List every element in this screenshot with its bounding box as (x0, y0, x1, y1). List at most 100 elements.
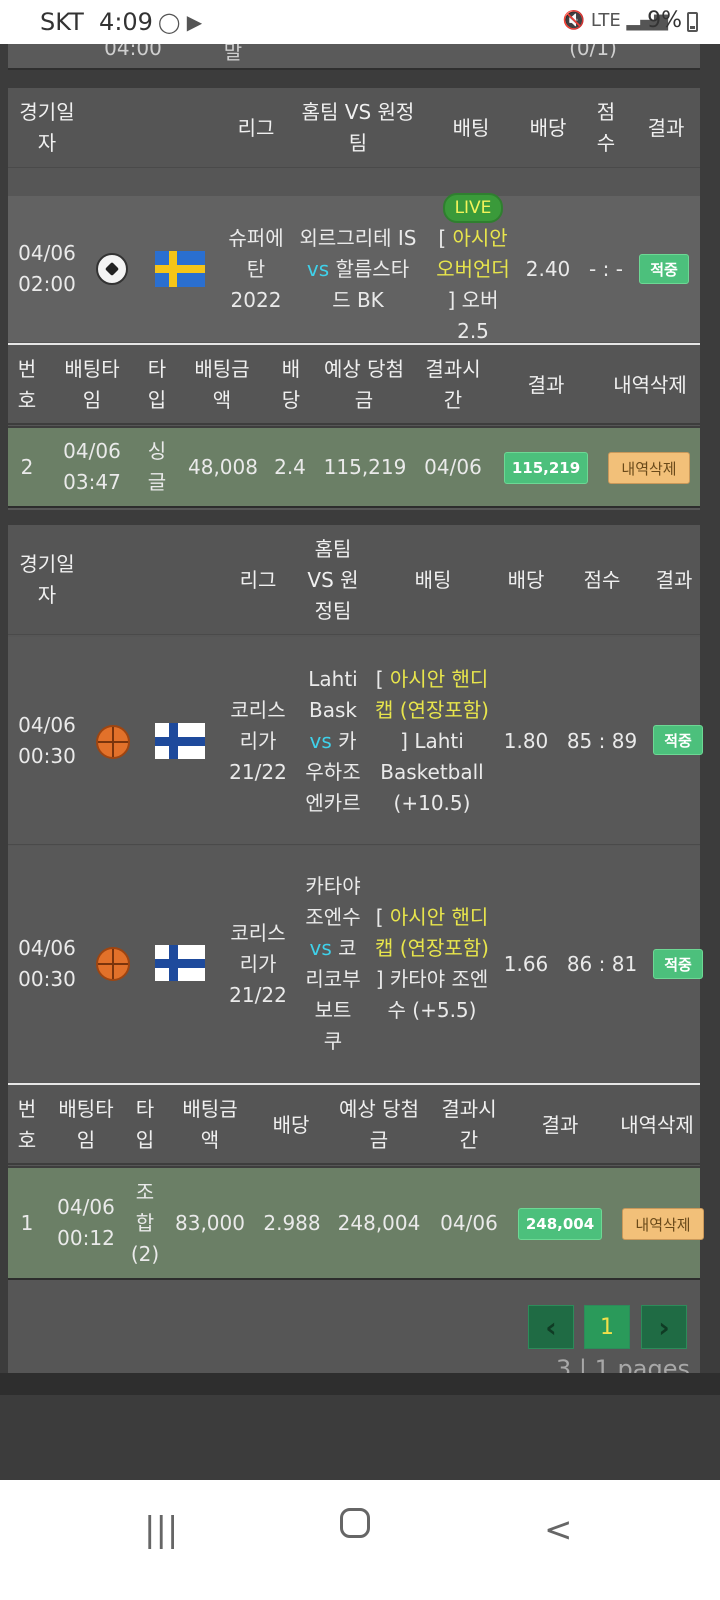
game-score: 85 : 89 (566, 728, 638, 753)
col-odds: 배당 (529, 115, 567, 140)
footer-strip (0, 1373, 720, 1395)
game-league: 코리스리가 21/22 (229, 697, 287, 784)
slip-odds: 2.988 (263, 1210, 321, 1235)
slip-col-result: 결과 (541, 1112, 579, 1137)
basketball-icon (96, 725, 130, 759)
game-table-header: 경기일자 리그 홈팀 VS 원정팀 배팅 배당 점수 결과 (8, 525, 700, 635)
slip-result-badge: 115,219 (504, 452, 588, 484)
status-carrier: SKT 4:09 (40, 8, 153, 36)
game-row: 04/06 02:00 슈퍼에탄 2022 외르그리테 IS vs 할름스타드 B… (8, 193, 700, 343)
slip-expected: 248,004 (337, 1210, 421, 1235)
col-result: 결과 (655, 567, 693, 592)
col-league: 리그 (239, 567, 277, 592)
bet-block-2: 경기일자 리그 홈팀 VS 원정팀 배팅 배당 점수 결과 04/06 00:30… (8, 525, 704, 1281)
delete-history-button[interactable]: 내역삭제 (608, 452, 690, 484)
slip-result-time: 04/06 (440, 1210, 498, 1235)
previous-panel: 04:00 말 (0/1) (8, 36, 700, 70)
slip-no: 2 (20, 454, 34, 479)
finland-flag-icon (155, 945, 205, 981)
back-icon[interactable]: < (544, 1510, 573, 1550)
bet-block-1: 경기일자 리그 홈팀 VS 원정팀 배팅 배당 점수 결과 04/06 02:00… (8, 88, 700, 510)
slip-result-time: 04/06 (424, 454, 482, 479)
slip-col-result-time: 결과시간 (425, 357, 481, 412)
recent-apps-icon[interactable]: ||| (144, 1510, 178, 1550)
page-1-button[interactable]: 1 (584, 1305, 630, 1349)
slip-col-odds: 배당 (281, 357, 301, 412)
col-bet: 배팅 (414, 567, 452, 592)
basketball-icon (96, 947, 130, 981)
slip-col-type: 타입 (135, 1097, 155, 1152)
next-page-button[interactable]: › (641, 1305, 687, 1349)
slip-col-time: 배팅타임 (58, 1097, 114, 1152)
live-badge: LIVE (442, 193, 504, 223)
status-time: 4:09 (99, 8, 153, 36)
slip-col-time: 배팅타임 (64, 357, 120, 412)
result-badge: 적중 (653, 949, 703, 979)
slip-time: 04/06 03:47 (63, 439, 121, 494)
delete-history-button[interactable]: 내역삭제 (622, 1208, 704, 1240)
slip-col-expected: 예상 당첨금 (339, 1097, 419, 1152)
game-date: 04/06 02:00 (18, 241, 76, 296)
game-bet: [ 아시안 핸디캡 (연장포함) ] Lahti Basketball (+10… (375, 666, 489, 815)
game-date: 04/06 00:30 (18, 936, 76, 991)
result-badge: 적중 (639, 254, 689, 284)
game-bet: LIVE [ 아시안 오버언더 ] 오버 2.5 (436, 180, 510, 358)
slip-table-header: 번호 배팅타임 타입 배팅금액 배당 예상 당첨금 결과시간 결과 내역삭제 (8, 1083, 700, 1165)
col-bet: 배팅 (452, 115, 490, 140)
sweden-flag-icon (155, 251, 205, 287)
game-teams: 외르그리테 IS vs 할름스타드 BK (299, 225, 417, 312)
col-score: 점수 (596, 100, 616, 155)
col-league: 리그 (237, 115, 275, 140)
slip-col-result: 결과 (527, 372, 565, 397)
game-bet: [ 아시안 핸디캡 (연장포함) ] 카타야 조엔수 (+5.5) (375, 905, 489, 1022)
col-teams: 홈팀 VS 원정팀 (301, 100, 415, 155)
game-teams: Lahti Bask vs 카우하조엔카르 (305, 666, 361, 815)
slip-amount: 48,008 (188, 454, 258, 479)
slip-time: 04/06 00:12 (57, 1195, 115, 1250)
slip-odds: 2.4 (274, 454, 306, 479)
home-icon[interactable] (340, 1508, 370, 1538)
slip-col-amount: 배팅금액 (182, 1097, 238, 1152)
slip-row: 2 04/06 03:47 싱글 48,008 2.4 115,219 04/06… (8, 426, 700, 508)
slip-col-result-time: 결과시간 (441, 1097, 497, 1152)
prev-page-button[interactable]: ‹ (528, 1305, 574, 1349)
col-teams: 홈팀 VS 원정팀 (307, 536, 359, 623)
game-score: - : - (589, 256, 623, 281)
battery-level: 9% (647, 8, 682, 33)
game-odds: 1.66 (503, 951, 549, 976)
slip-amount: 83,000 (175, 1210, 245, 1235)
slip-expected: 115,219 (323, 454, 407, 479)
battery-icon (687, 12, 698, 32)
game-row: 04/06 00:30 코리스리가 21/22 Lahti Bask vs 카우하… (8, 637, 703, 845)
game-score: 86 : 81 (566, 951, 638, 976)
game-league: 슈퍼에탄 2022 (228, 225, 284, 312)
result-badge: 적중 (653, 725, 703, 755)
slip-col-delete: 내역삭제 (613, 372, 687, 397)
slip-col-type: 타입 (147, 357, 167, 412)
slip-col-delete: 내역삭제 (620, 1112, 694, 1137)
col-odds: 배당 (507, 567, 545, 592)
col-date: 경기일자 (19, 100, 75, 155)
slip-no: 1 (20, 1210, 34, 1235)
game-odds: 2.40 (525, 256, 571, 281)
slip-type: 싱글 (147, 439, 167, 494)
notification-icons: ◯ ▶ (158, 10, 203, 34)
col-result: 결과 (647, 115, 685, 140)
game-date: 04/06 00:30 (18, 713, 76, 768)
slip-type: 조합 (2) (130, 1179, 160, 1266)
game-league: 코리스리가 21/22 (229, 920, 287, 1007)
col-date: 경기일자 (19, 552, 75, 607)
game-odds: 1.80 (503, 728, 549, 753)
soccer-ball-icon (96, 253, 128, 285)
system-nav-bar: ||| < (0, 1480, 720, 1600)
slip-result-badge: 248,004 (518, 1208, 602, 1240)
slip-col-amount: 배팅금액 (194, 357, 250, 412)
col-score: 점수 (583, 567, 621, 592)
slip-col-no: 번호 (17, 1097, 37, 1152)
slip-row: 1 04/06 00:12 조합 (2) 83,000 2.988 248,004… (8, 1166, 704, 1280)
status-bar: SKT 4:09 ◯ ▶ 🔇 LTE ▂▄▆ 9% (0, 0, 720, 44)
game-teams: 카타야 조엔수 vs 코리코부보트 쿠 (305, 874, 361, 1053)
slip-col-odds: 배당 (272, 1112, 310, 1137)
game-row: 04/06 00:30 코리스리가 21/22 카타야 조엔수 vs 코리코부보트… (8, 846, 703, 1082)
game-table-header: 경기일자 리그 홈팀 VS 원정팀 배팅 배당 점수 결과 (8, 88, 700, 168)
